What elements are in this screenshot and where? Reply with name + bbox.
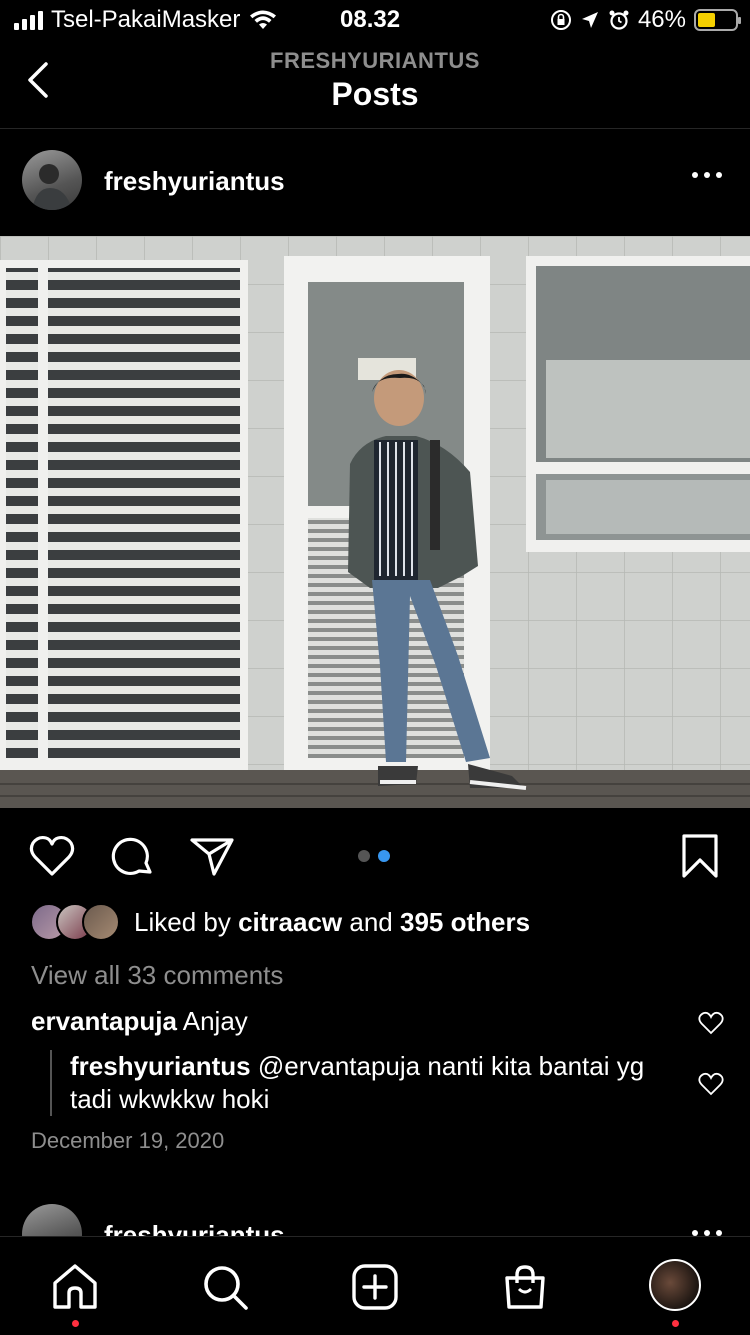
status-right: 46% bbox=[550, 6, 741, 34]
bookmark-icon[interactable] bbox=[676, 832, 724, 880]
battery-icon bbox=[694, 9, 741, 31]
profile-avatar[interactable] bbox=[649, 1259, 701, 1311]
post-date: December 19, 2020 bbox=[31, 1128, 225, 1153]
page-title: Posts bbox=[331, 76, 419, 112]
comment-item: ervantapuja Anjay bbox=[31, 1006, 248, 1037]
comment-like-heart-icon[interactable] bbox=[698, 1011, 724, 1035]
liked-by-others[interactable]: 395 others bbox=[400, 907, 530, 937]
liker-avatar bbox=[82, 903, 120, 941]
signal-icon bbox=[14, 10, 43, 30]
post-author-username[interactable]: freshyuriantus bbox=[104, 166, 285, 197]
bottom-tab-bar bbox=[0, 1236, 750, 1335]
liked-by-label: Liked by bbox=[134, 906, 231, 937]
carousel-indicator bbox=[358, 850, 390, 862]
carrier-info: Tsel-PakaiMasker bbox=[14, 6, 278, 34]
likes-summary[interactable]: Liked by citraacw and 395 others bbox=[30, 900, 530, 944]
next-post-username[interactable]: freshyuriantus bbox=[104, 1220, 285, 1236]
liked-by-and: and bbox=[349, 906, 393, 937]
comment-username[interactable]: ervantapuja bbox=[31, 1006, 177, 1036]
shop-icon[interactable] bbox=[499, 1261, 551, 1313]
home-notification-dot bbox=[72, 1320, 79, 1327]
battery-percent: 46% bbox=[637, 6, 686, 33]
post-photo bbox=[0, 236, 750, 808]
post-actions bbox=[0, 832, 750, 882]
view-all-comments-link[interactable]: View all 33 comments bbox=[31, 960, 283, 991]
post-header: freshyuriantus bbox=[0, 150, 750, 214]
reply-mention[interactable]: @ervantapuja bbox=[258, 1051, 420, 1081]
reply-username[interactable]: freshyuriantus bbox=[70, 1051, 251, 1081]
share-send-icon[interactable] bbox=[188, 832, 236, 880]
post-image[interactable] bbox=[0, 236, 750, 808]
new-post-icon[interactable] bbox=[349, 1261, 401, 1313]
wifi-icon bbox=[250, 10, 277, 29]
post-author-avatar[interactable] bbox=[22, 150, 82, 210]
search-icon[interactable] bbox=[199, 1261, 251, 1313]
comment-text: Anjay bbox=[182, 1006, 248, 1036]
avatar-image bbox=[32, 164, 72, 210]
reply-thread-line bbox=[50, 1050, 52, 1116]
alarm-icon bbox=[609, 10, 629, 30]
reply-like-heart-icon[interactable] bbox=[698, 1072, 724, 1096]
status-bar: Tsel-PakaiMasker 08.32 46% bbox=[0, 0, 750, 40]
location-icon bbox=[581, 12, 598, 28]
like-heart-icon[interactable] bbox=[28, 832, 76, 880]
rotation-lock-icon bbox=[550, 10, 571, 30]
more-options-icon[interactable] bbox=[692, 172, 722, 178]
nav-header: FRESHYURIANTUS Posts bbox=[0, 40, 750, 129]
clock: 08.32 bbox=[340, 6, 401, 33]
home-icon[interactable] bbox=[49, 1261, 101, 1313]
reply-comment: freshyuriantus @ervantapuja nanti kita b… bbox=[70, 1050, 680, 1116]
carousel-dot-active bbox=[378, 850, 390, 862]
header-username: FRESHYURIANTUS bbox=[270, 48, 480, 73]
carrier-name: Tsel-PakaiMasker bbox=[51, 6, 241, 33]
liked-by-user[interactable]: citraacw bbox=[238, 907, 342, 937]
next-post-avatar[interactable] bbox=[22, 1204, 82, 1236]
carousel-dot bbox=[358, 850, 370, 862]
likes-text: Liked by citraacw and 395 others bbox=[134, 907, 530, 938]
profile-notification-dot bbox=[672, 1320, 679, 1327]
next-post-header: freshyuriantus bbox=[0, 1200, 750, 1236]
comment-icon[interactable] bbox=[108, 832, 156, 880]
